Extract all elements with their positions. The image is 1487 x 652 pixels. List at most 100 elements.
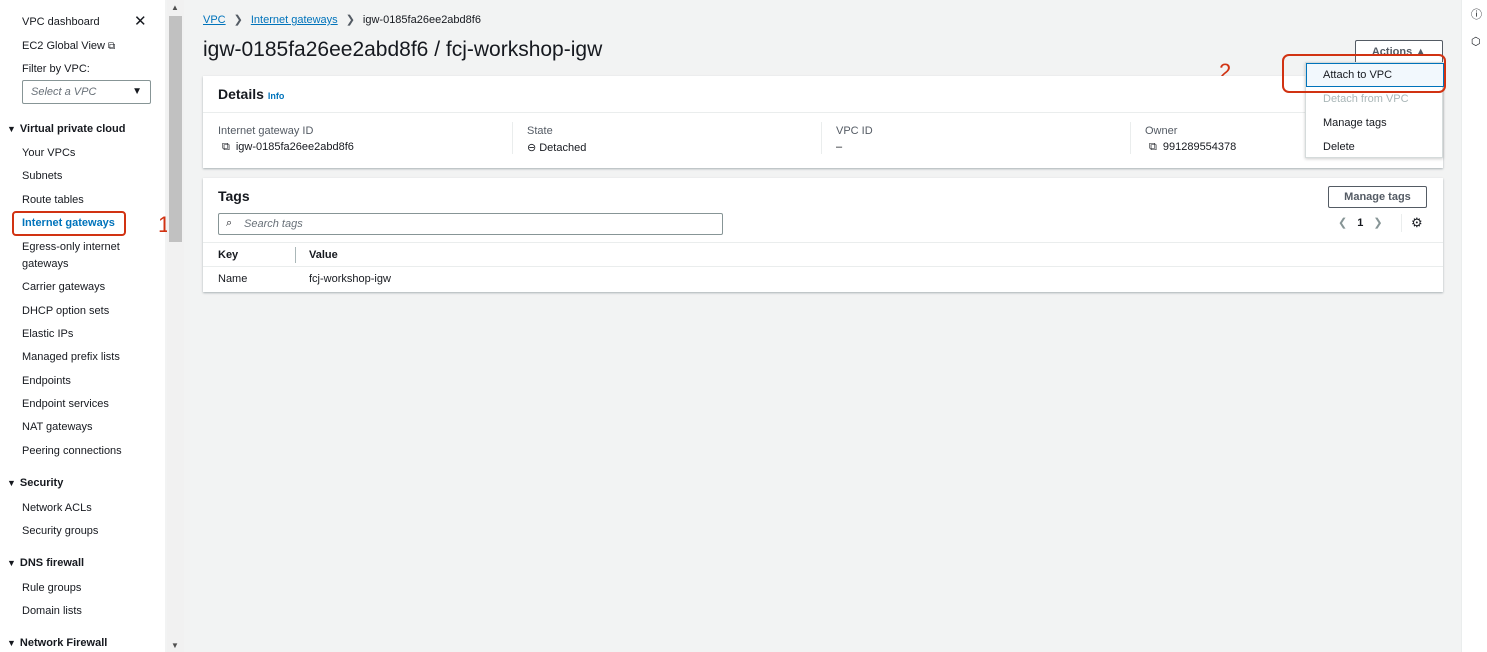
section-label: Network Firewall bbox=[19, 637, 108, 649]
caret-down-icon: ▼ bbox=[7, 638, 16, 648]
divider bbox=[821, 122, 822, 154]
chevron-right-icon: ❯ bbox=[345, 14, 355, 26]
section-label: Virtual private cloud bbox=[19, 123, 126, 135]
search-placeholder: Search tags bbox=[244, 218, 303, 230]
menu-item-delete[interactable]: Delete bbox=[1323, 141, 1355, 153]
tags-title: Tags bbox=[218, 188, 250, 204]
sidebar-item-label: EC2 Global View bbox=[22, 40, 105, 52]
menu-item-detach-from-vpc: Detach from VPC bbox=[1323, 93, 1409, 105]
caret-down-icon: ▼ bbox=[7, 124, 16, 134]
page-number[interactable]: 1 bbox=[1357, 217, 1363, 229]
sidebar-item-subnets[interactable]: Subnets bbox=[22, 170, 62, 183]
sidebar-item-endpoints[interactable]: Endpoints bbox=[22, 375, 71, 388]
breadcrumb: VPC ❯ Internet gateways ❯ igw-0185fa26ee2abd… bbox=[203, 13, 481, 26]
close-icon[interactable]: ✕ bbox=[134, 14, 147, 29]
info-icon[interactable]: ⓘ bbox=[1471, 6, 1482, 22]
divider bbox=[1401, 214, 1402, 232]
sidebar-item-internet-gateways[interactable]: Internet gateways bbox=[22, 217, 115, 229]
search-icon: ⌕ bbox=[226, 217, 233, 229]
column-resizer[interactable] bbox=[295, 247, 296, 263]
sidebar-item-your-vpcs[interactable]: Your VPCs bbox=[22, 147, 75, 160]
field-label: State bbox=[527, 125, 553, 137]
field-label: VPC ID bbox=[836, 125, 873, 137]
breadcrumb-internet-gateways-link[interactable]: Internet gateways bbox=[251, 14, 338, 26]
hexagon-icon[interactable]: ⬡ bbox=[1471, 35, 1481, 48]
right-rail: ⓘ ⬡ bbox=[1461, 0, 1487, 652]
owner-field: Owner ⧉ 991289554378 bbox=[1145, 125, 1236, 154]
sidebar-item-route-tables[interactable]: Route tables bbox=[22, 194, 84, 207]
state-field: State ⊖ Detached bbox=[527, 125, 586, 154]
annotation-highlight-box bbox=[1282, 54, 1446, 93]
field-label: Owner bbox=[1145, 125, 1178, 137]
sidebar-item-nat-gateways[interactable]: NAT gateways bbox=[22, 421, 93, 434]
caret-down-icon: ▼ bbox=[132, 86, 142, 97]
state-value: Detached bbox=[539, 142, 587, 154]
chevron-right-icon: ❯ bbox=[233, 14, 243, 26]
chevron-left-icon[interactable]: ❮ bbox=[1338, 217, 1347, 229]
sidebar-item-label: Egress-only internet bbox=[22, 241, 120, 253]
sidebar-item-domain-lists[interactable]: Domain lists bbox=[22, 605, 82, 618]
sidebar-item-endpoint-services[interactable]: Endpoint services bbox=[22, 398, 109, 411]
filter-label: Filter by VPC: bbox=[22, 63, 90, 75]
vpc-filter-select[interactable]: Select a VPC ▼ bbox=[22, 80, 151, 104]
select-placeholder: Select a VPC bbox=[31, 86, 97, 98]
sidebar-item-security-groups[interactable]: Security groups bbox=[22, 525, 98, 538]
pagination: ❮ 1 ❯ bbox=[1338, 216, 1383, 229]
scroll-down-icon[interactable]: ▼ bbox=[171, 641, 179, 650]
sidebar-item-carrier-gateways[interactable]: Carrier gateways bbox=[22, 281, 105, 294]
section-security[interactable]: ▼ Security bbox=[7, 477, 63, 489]
divider bbox=[512, 122, 513, 154]
page-title: igw-0185fa26ee2abd8f6 / fcj-workshop-igw bbox=[203, 38, 603, 61]
breadcrumb-current: igw-0185fa26ee2abd8f6 bbox=[362, 14, 481, 26]
section-dns-firewall[interactable]: ▼ DNS firewall bbox=[7, 557, 84, 569]
sidebar-item-ec2-global-view[interactable]: EC2 Global View ⧉ bbox=[22, 40, 115, 53]
column-header-key[interactable]: Key bbox=[218, 249, 238, 261]
sidebar-scrollbar[interactable]: ▲ ▼ bbox=[167, 0, 184, 652]
sidebar-item-egress-only[interactable]: Egress-only internet gateways bbox=[22, 241, 120, 271]
divider bbox=[203, 112, 1443, 113]
caret-down-icon: ▼ bbox=[7, 478, 16, 488]
vpc-id-value: – bbox=[836, 141, 843, 153]
copy-icon[interactable]: ⧉ bbox=[1149, 141, 1157, 154]
search-tags-input[interactable]: ⌕ Search tags bbox=[218, 213, 723, 235]
section-label: Security bbox=[19, 477, 64, 489]
copy-icon[interactable]: ⧉ bbox=[222, 141, 230, 154]
igw-id-field: Internet gateway ID ⧉ igw-0185fa26ee2abd8… bbox=[218, 125, 354, 154]
sidebar-item-peering-connections[interactable]: Peering connections bbox=[22, 445, 122, 458]
tag-key-cell: Name bbox=[218, 273, 248, 285]
sidebar-item-elastic-ips[interactable]: Elastic IPs bbox=[22, 328, 73, 341]
scrollbar-thumb[interactable] bbox=[169, 16, 182, 242]
tags-panel: Tags Manage tags ⌕ Search tags ❮ 1 ❯ ⚙ Key… bbox=[203, 178, 1443, 292]
section-virtual-private-cloud[interactable]: ▼ Virtual private cloud bbox=[7, 123, 125, 135]
sidebar-item-rule-groups[interactable]: Rule groups bbox=[22, 582, 81, 595]
gear-icon[interactable]: ⚙ bbox=[1411, 215, 1423, 231]
breadcrumb-vpc-link[interactable]: VPC bbox=[203, 14, 226, 26]
external-link-icon: ⧉ bbox=[107, 41, 116, 52]
scroll-up-icon[interactable]: ▲ bbox=[171, 3, 179, 12]
status-detached-icon: ⊖ bbox=[527, 142, 537, 154]
sidebar-item-managed-prefix-lists[interactable]: Managed prefix lists bbox=[22, 351, 120, 364]
column-header-value[interactable]: Value bbox=[309, 249, 338, 261]
menu-item-manage-tags[interactable]: Manage tags bbox=[1323, 117, 1387, 129]
caret-down-icon: ▼ bbox=[7, 558, 16, 568]
sidebar: VPC dashboard ✕ EC2 Global View ⧉ Filter … bbox=[0, 0, 165, 652]
details-panel: Details Info Internet gateway ID ⧉ igw-018… bbox=[203, 76, 1443, 168]
manage-tags-button[interactable]: Manage tags bbox=[1328, 186, 1427, 208]
details-header: Details Info bbox=[218, 86, 284, 102]
section-network-firewall[interactable]: ▼ Network Firewall bbox=[7, 637, 107, 649]
section-label: DNS firewall bbox=[19, 557, 85, 569]
divider bbox=[1130, 122, 1131, 154]
sidebar-item-vpc-dashboard[interactable]: VPC dashboard bbox=[22, 16, 100, 29]
sidebar-item-network-acls[interactable]: Network ACLs bbox=[22, 502, 92, 515]
owner-value: 991289554378 bbox=[1162, 141, 1237, 153]
tag-value-cell: fcj-workshop-igw bbox=[309, 273, 391, 285]
chevron-right-icon[interactable]: ❯ bbox=[1373, 217, 1382, 229]
sidebar-item-label: gateways bbox=[22, 258, 69, 270]
sidebar-item-dhcp-option-sets[interactable]: DHCP option sets bbox=[22, 305, 109, 318]
field-label: Internet gateway ID bbox=[218, 125, 314, 137]
details-title: Details bbox=[218, 86, 264, 102]
info-link[interactable]: Info bbox=[268, 91, 285, 101]
table-header: Key Value bbox=[203, 242, 1443, 267]
igw-id-value: igw-0185fa26ee2abd8f6 bbox=[235, 141, 354, 153]
vpc-id-field: VPC ID – bbox=[836, 125, 873, 153]
